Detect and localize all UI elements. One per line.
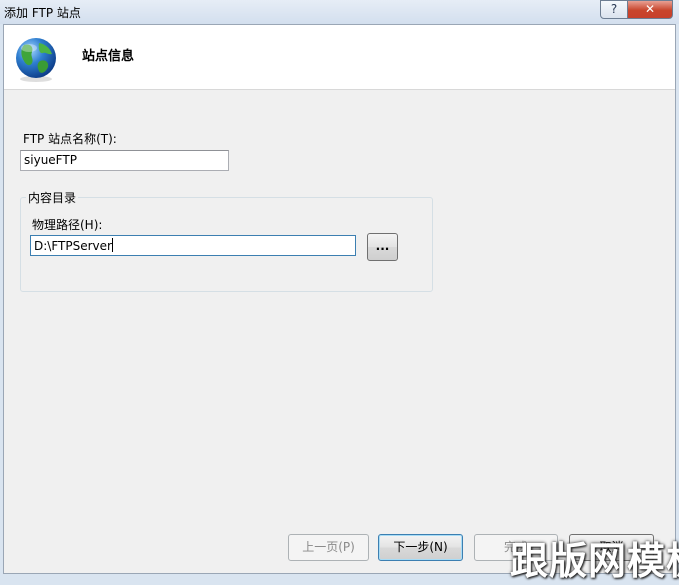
physical-path-value: D:\FTPServer (34, 239, 112, 253)
close-button[interactable]: ✕ (627, 0, 673, 19)
help-button[interactable]: ? (600, 0, 628, 19)
title-bar: 添加 FTP 站点 ? ✕ (0, 0, 679, 24)
window-title: 添加 FTP 站点 (4, 6, 81, 20)
site-name-input[interactable]: siyueFTP (20, 150, 229, 171)
wizard-header: 站点信息 (4, 25, 675, 90)
wizard-dialog: 站点信息 FTP 站点名称(T): siyueFTP 内容目录 物理路径(H):… (3, 24, 676, 574)
globe-icon (16, 38, 56, 82)
content-directory-label: 内容目录 (26, 189, 79, 206)
physical-path-input[interactable]: D:\FTPServer (30, 235, 356, 256)
next-button[interactable]: 下一步(N) (378, 534, 463, 561)
physical-path-label: 物理路径(H): (32, 218, 103, 232)
previous-button[interactable]: 上一页(P) (288, 534, 369, 561)
browse-button[interactable]: ... (367, 233, 398, 261)
text-caret (111, 238, 113, 252)
site-name-label: FTP 站点名称(T): (23, 132, 117, 146)
page-title: 站点信息 (82, 49, 135, 64)
